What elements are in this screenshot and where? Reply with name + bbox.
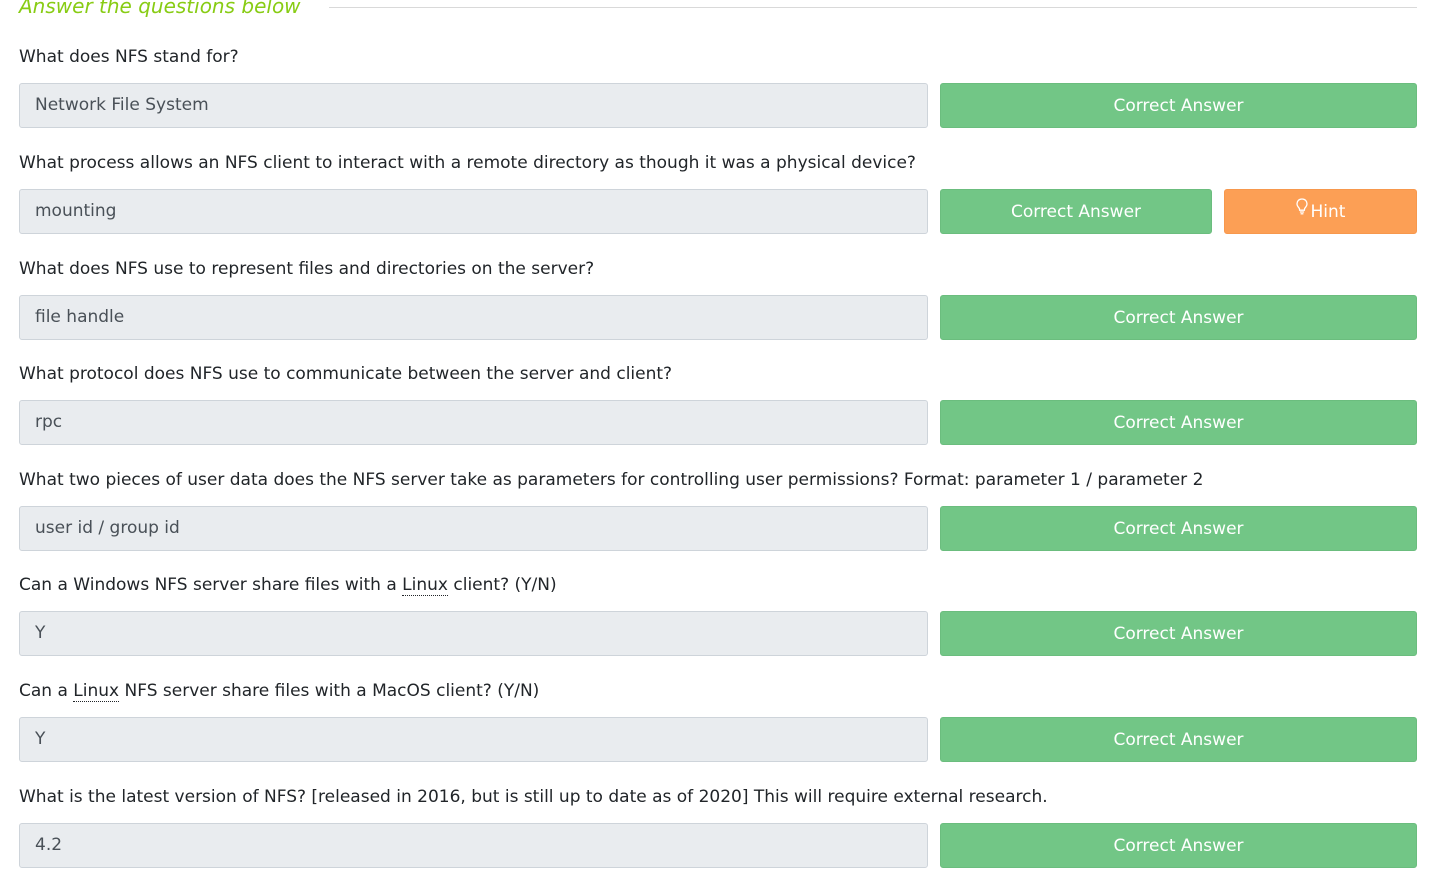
question-6: Can a Windows NFS server share files wit…: [19, 573, 1417, 678]
question-5-correct-answer-button[interactable]: Correct Answer: [940, 506, 1417, 551]
question-2-answer-field[interactable]: mounting: [19, 189, 928, 234]
question-5: What two pieces of user data does the NF…: [19, 468, 1417, 573]
hint-label: Hint: [1310, 202, 1346, 222]
question-4-text: What protocol does NFS use to communicat…: [19, 364, 673, 384]
question-5-text: What two pieces of user data does the NF…: [19, 470, 1204, 490]
question-3: What does NFS use to represent files and…: [19, 257, 1417, 362]
question-7-text-before: Can a: [19, 681, 74, 701]
question-7-text: Can a Linux NFS server share files with …: [19, 679, 539, 703]
question-4: What protocol does NFS use to communicat…: [19, 362, 1417, 467]
question-6-text-before: Can a Windows NFS server share files wit…: [19, 575, 403, 595]
lightbulb-icon: [1295, 188, 1308, 233]
question-2-text: What process allows an NFS client to int…: [19, 153, 916, 173]
question-1-correct-answer-button[interactable]: Correct Answer: [940, 83, 1417, 128]
section-header: Answer the questions below: [19, 0, 1417, 19]
question-7-answer-field[interactable]: Y: [19, 717, 928, 762]
question-7-text-after: NFS server share files with a MacOS clie…: [119, 681, 540, 701]
section-divider: [329, 7, 1417, 8]
question-7: Can a Linux NFS server share files with …: [19, 679, 1417, 784]
question-3-text: What does NFS use to represent files and…: [19, 259, 595, 279]
question-6-text-after: client? (Y/N): [447, 575, 557, 595]
section-title: Answer the questions below: [19, 0, 301, 18]
question-7-correct-answer-button[interactable]: Correct Answer: [940, 717, 1417, 762]
question-6-correct-answer-button[interactable]: Correct Answer: [940, 611, 1417, 656]
question-4-correct-answer-button[interactable]: Correct Answer: [940, 400, 1417, 445]
question-8-correct-answer-button[interactable]: Correct Answer: [940, 823, 1417, 868]
question-6-answer-field[interactable]: Y: [19, 611, 928, 656]
question-3-correct-answer-button[interactable]: Correct Answer: [940, 295, 1417, 340]
question-3-answer-field[interactable]: file handle: [19, 295, 928, 340]
question-5-answer-field[interactable]: user id / group id: [19, 506, 928, 551]
question-2-hint-button[interactable]: Hint: [1224, 189, 1417, 234]
question-1-text: What does NFS stand for?: [19, 47, 239, 67]
question-8-answer-field[interactable]: 4.2: [19, 823, 928, 868]
question-2: What process allows an NFS client to int…: [19, 151, 1417, 256]
question-7-linux-term[interactable]: Linux: [73, 681, 120, 702]
question-6-text: Can a Windows NFS server share files wit…: [19, 573, 557, 597]
question-1-answer-field[interactable]: Network File System: [19, 83, 928, 128]
question-6-linux-term[interactable]: Linux: [402, 575, 448, 596]
question-8: What is the latest version of NFS? [rele…: [19, 785, 1417, 890]
question-4-answer-field[interactable]: rpc: [19, 400, 928, 445]
question-1: What does NFS stand for? Network File Sy…: [19, 45, 1417, 150]
question-8-text: What is the latest version of NFS? [rele…: [19, 787, 1048, 807]
question-2-correct-answer-button[interactable]: Correct Answer: [940, 189, 1212, 234]
